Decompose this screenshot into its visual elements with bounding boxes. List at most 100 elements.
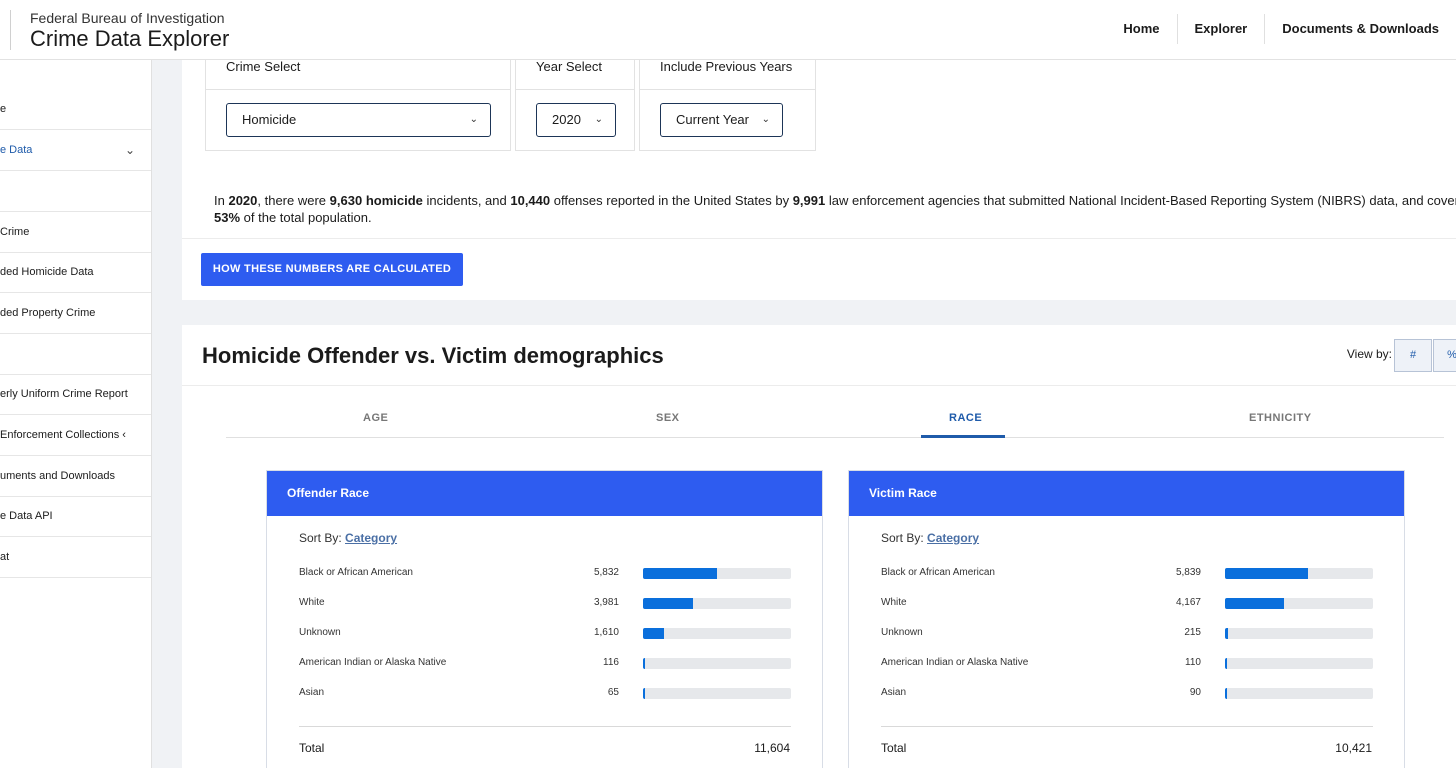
bar-track bbox=[643, 568, 791, 579]
bar-track bbox=[643, 688, 791, 699]
bar-row: Black or African American 5,839 bbox=[881, 565, 1373, 581]
sidebar-item-label: ded Property Crime bbox=[0, 307, 96, 319]
nav-home[interactable]: Home bbox=[1106, 14, 1176, 44]
sidebar-item-homicide-data[interactable]: ded Homicide Data bbox=[0, 252, 151, 293]
view-by-label: View by: bbox=[1346, 347, 1392, 361]
crime-select[interactable]: Homicide ⌄ bbox=[226, 103, 491, 137]
sidebar-item-label: Enforcement Collections bbox=[0, 429, 120, 441]
sidebar-item-data-api[interactable]: e Data API bbox=[0, 496, 151, 537]
sidebar-item-label: e Data bbox=[0, 144, 33, 156]
bar-fill bbox=[1225, 688, 1227, 699]
previous-years-select[interactable]: Current Year ⌄ bbox=[660, 103, 783, 137]
summary-part: incidents, and bbox=[422, 193, 511, 208]
sidebar-item-label: e Data API bbox=[0, 510, 53, 522]
site-brand[interactable]: Federal Bureau of Investigation Crime Da… bbox=[10, 10, 229, 51]
bar-row-label: Unknown bbox=[299, 627, 341, 638]
previous-years-label: Include Previous Years bbox=[660, 59, 793, 74]
sidebar-item-documents-downloads[interactable]: uments and Downloads bbox=[0, 456, 151, 497]
sidebar-item-enforcement-collections[interactable]: Enforcement Collections ‹ bbox=[0, 415, 151, 456]
bar-row-value: 5,839 bbox=[1175, 567, 1201, 578]
bar-row-value: 5,832 bbox=[593, 567, 619, 578]
year-select[interactable]: 2020 ⌄ bbox=[536, 103, 616, 137]
bar-row-value: 116 bbox=[603, 657, 619, 668]
sidebar-item-crime[interactable]: Crime bbox=[0, 212, 151, 253]
bar-track bbox=[643, 598, 791, 609]
view-by-percent-button[interactable]: % bbox=[1433, 339, 1456, 372]
sidebar-item-quarterly-ucr[interactable]: erly Uniform Crime Report bbox=[0, 374, 151, 415]
year-select-group: Year Select 2020 ⌄ bbox=[515, 60, 635, 151]
previous-years-value: Current Year bbox=[676, 112, 749, 127]
sort-by: Sort By: Category bbox=[299, 531, 397, 545]
chevron-down-icon: ⌄ bbox=[124, 143, 135, 157]
divider bbox=[299, 726, 791, 727]
summary-part: law enforcement agencies that submitted … bbox=[825, 193, 1456, 208]
victim-race-panel: Victim Race Sort By: Category Black or A… bbox=[848, 470, 1405, 768]
sidebar-item-label: e bbox=[0, 103, 7, 115]
tab-sex[interactable]: SEX bbox=[656, 412, 680, 424]
tab-ethnicity[interactable]: ETHNICITY bbox=[1249, 412, 1312, 424]
total-label: Total bbox=[881, 741, 907, 755]
sidebar-item-label: uments and Downloads bbox=[0, 470, 115, 482]
summary-crime: homicide bbox=[365, 193, 423, 208]
nav-documents-downloads[interactable]: Documents & Downloads bbox=[1264, 14, 1456, 44]
sidebar-item[interactable]: e bbox=[0, 89, 151, 130]
tab-age[interactable]: AGE bbox=[363, 412, 388, 424]
sidebar-item-label: ded Homicide Data bbox=[0, 266, 94, 278]
bar-row-label: Asian bbox=[299, 687, 325, 698]
nav-explorer[interactable]: Explorer bbox=[1176, 14, 1265, 44]
summary-coverage: 53% bbox=[214, 210, 241, 225]
tab-race[interactable]: RACE bbox=[949, 412, 982, 424]
bar-fill bbox=[643, 688, 645, 699]
sidebar-item[interactable] bbox=[0, 171, 151, 212]
how-numbers-calculated-button[interactable]: HOW THESE NUMBERS ARE CALCULATED bbox=[201, 253, 463, 286]
bar-fill bbox=[1225, 598, 1284, 609]
sidebar-item[interactable]: at bbox=[0, 537, 151, 578]
sort-by-category-link[interactable]: Category bbox=[927, 531, 979, 545]
bar-row-value: 65 bbox=[607, 687, 619, 698]
bar-track bbox=[1225, 688, 1373, 699]
bar-fill bbox=[1225, 658, 1227, 669]
summary-agencies: 9,991 bbox=[792, 193, 826, 208]
summary-incidents: 9,630 bbox=[329, 193, 363, 208]
bar-row: Asian 65 bbox=[299, 685, 791, 701]
bar-track bbox=[1225, 568, 1373, 579]
summary-part: offenses reported in the United States b… bbox=[550, 193, 793, 208]
summary-text: In 2020, there were 9,630 homicide incid… bbox=[214, 192, 1456, 226]
divider bbox=[182, 238, 1456, 239]
offender-race-panel: Offender Race Sort By: Category Black or… bbox=[266, 470, 823, 768]
bar-row-value: 1,610 bbox=[593, 627, 619, 638]
bar-track bbox=[1225, 658, 1373, 669]
divider bbox=[881, 726, 1373, 727]
bar-track bbox=[1225, 628, 1373, 639]
sort-by-category-link[interactable]: Category bbox=[345, 531, 397, 545]
bar-row-value: 90 bbox=[1189, 687, 1201, 698]
top-nav: Home Explorer Documents & Downloads bbox=[1106, 14, 1456, 44]
sidebar-item-label: erly Uniform Crime Report bbox=[0, 388, 128, 400]
total-value: 11,604 bbox=[754, 741, 790, 755]
total-label: Total bbox=[299, 741, 325, 755]
bar-fill bbox=[643, 658, 645, 669]
bar-row: Asian 90 bbox=[881, 685, 1373, 701]
previous-years-cell: Current Year ⌄ bbox=[640, 89, 815, 151]
chevron-left-icon: ‹ bbox=[122, 429, 126, 441]
view-by-count-button[interactable]: # bbox=[1394, 339, 1432, 372]
crime-select-group: Crime Select Homicide ⌄ bbox=[205, 60, 511, 151]
bar-fill bbox=[643, 568, 717, 579]
demographics-tabs: AGE SEX RACE ETHNICITY bbox=[226, 386, 1444, 438]
sort-by-label: Sort By: bbox=[299, 531, 342, 545]
sidebar: e e Data ⌄ Crime ded Homicide Data ded Pr… bbox=[0, 60, 152, 768]
crime-select-value: Homicide bbox=[242, 112, 297, 127]
bar-row: White 4,167 bbox=[881, 595, 1373, 611]
bar-row-value: 110 bbox=[1185, 657, 1201, 668]
sort-by: Sort By: Category bbox=[881, 531, 979, 545]
year-select-cell: 2020 ⌄ bbox=[516, 89, 634, 151]
active-tab-indicator bbox=[921, 435, 1005, 438]
bar-row-label: Unknown bbox=[881, 627, 923, 638]
summary-part: , there were bbox=[257, 193, 330, 208]
summary-offenses: 10,440 bbox=[510, 193, 551, 208]
bar-row-label: Asian bbox=[881, 687, 907, 698]
chevron-down-icon: ⌄ bbox=[594, 114, 603, 125]
sidebar-item-data[interactable]: e Data ⌄ bbox=[0, 130, 151, 171]
sidebar-item-property-crime[interactable]: ded Property Crime bbox=[0, 293, 151, 334]
sidebar-item[interactable] bbox=[0, 334, 151, 375]
